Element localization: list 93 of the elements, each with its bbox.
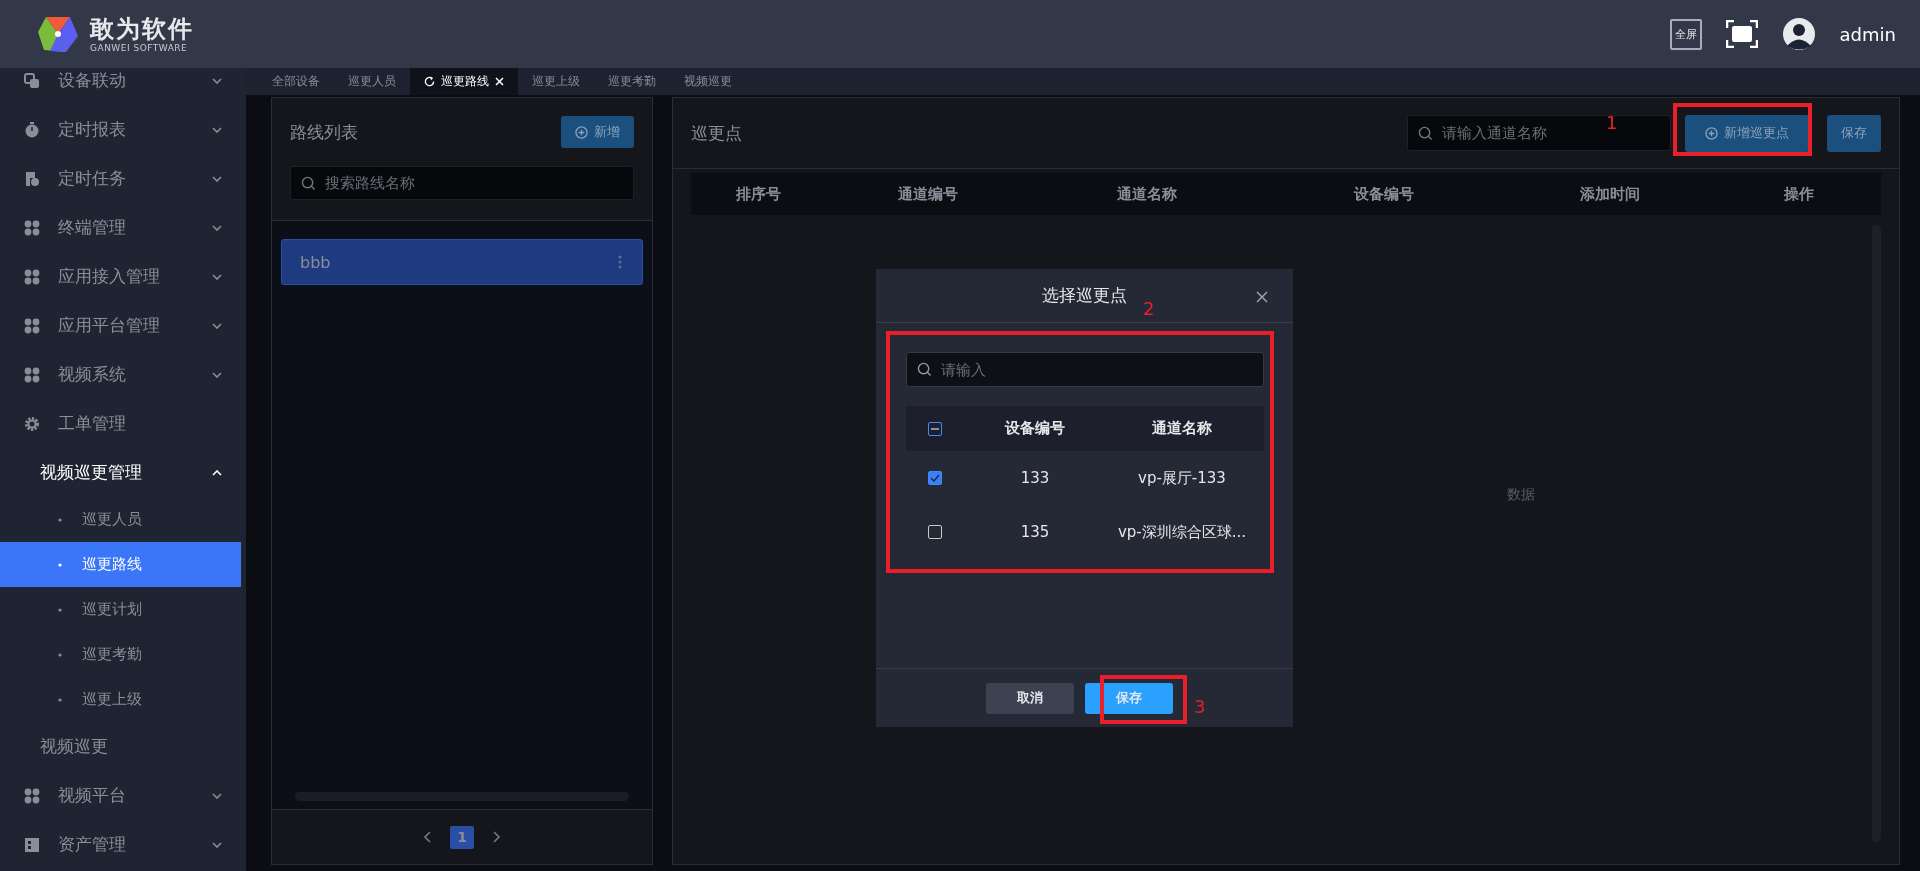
bullet-icon	[58, 652, 62, 657]
logo-title: 敢为软件	[90, 15, 194, 43]
settings-icon	[24, 415, 40, 432]
chevron-icon	[212, 469, 222, 476]
user-name[interactable]: admin	[1839, 23, 1896, 45]
bullet-icon	[58, 517, 62, 522]
bullet-icon	[58, 562, 62, 567]
cancel-button[interactable]: 取消	[986, 682, 1074, 714]
plus-circle-icon	[1705, 126, 1718, 140]
sidebar-item[interactable]: 视频平台	[0, 771, 246, 820]
sidebar-item[interactable]: 应用接入管理	[0, 252, 246, 301]
grid-icon	[24, 317, 40, 334]
logo-subtitle: GANWEI SOFTWARE	[90, 43, 189, 53]
tab[interactable]: 巡更人员	[334, 68, 410, 95]
table-cell-text: vp-展厅-133	[1137, 468, 1227, 488]
chevron-icon	[212, 371, 222, 378]
sidebar-subitem[interactable]: 巡更考勤	[0, 632, 241, 677]
sidebar-item[interactable]: 应用平台管理	[0, 301, 246, 350]
screen-icon[interactable]	[1725, 20, 1758, 48]
sidebar-item[interactable]: 资产管理	[0, 820, 246, 869]
chevron-icon	[212, 322, 222, 329]
column-header: 通道名称	[1115, 184, 1178, 204]
chevron-icon	[212, 792, 222, 799]
dialog-title: 选择巡更点	[1042, 284, 1127, 307]
chevron-icon	[212, 175, 222, 182]
grid-icon	[24, 787, 40, 804]
sidebar-item[interactable]: 定时任务	[0, 154, 246, 203]
sidebar-item[interactable]: 视频巡更管理	[0, 448, 246, 497]
sidebar-item[interactable]: 定时报表	[0, 105, 246, 154]
save-button[interactable]: 保存	[1827, 114, 1881, 152]
document-icon	[24, 170, 40, 187]
cabinet-icon	[24, 836, 40, 853]
grid-icon	[24, 366, 40, 383]
sidebar-subitem[interactable]: 巡更人员	[0, 497, 241, 542]
table-cell-text: 133	[1019, 469, 1051, 487]
tab[interactable]: 巡更考勤	[594, 68, 670, 95]
tab[interactable]: 视频巡更	[670, 68, 746, 95]
column-header: 操作	[1782, 184, 1815, 204]
grid-icon	[24, 268, 40, 285]
close-icon[interactable]	[1256, 291, 1268, 303]
table-cell-text: vp-深圳综合区球...	[1116, 522, 1248, 542]
tab[interactable]: 全部设备	[258, 68, 334, 95]
panel-title: 路线列表	[290, 120, 358, 144]
column-header: 设备编号	[1352, 184, 1415, 204]
step-number: 3	[1194, 696, 1206, 717]
column-header: 设备编号	[1003, 419, 1066, 438]
sidebar-subitem[interactable]: 巡更路线	[0, 542, 241, 587]
search-icon	[301, 175, 316, 191]
table-cell-text: 135	[1019, 523, 1051, 541]
checkbox[interactable]	[928, 471, 942, 485]
column-header: 排序号	[735, 184, 782, 204]
sidebar-item[interactable]: 视频系统	[0, 350, 246, 399]
chevron-icon	[212, 273, 222, 280]
column-header: 添加时间	[1578, 184, 1641, 204]
checkbox[interactable]	[928, 525, 942, 539]
step-number: 2	[1143, 298, 1155, 319]
search-icon	[917, 362, 932, 377]
link-icon	[24, 72, 40, 89]
refresh-icon	[424, 76, 435, 87]
add-point-button[interactable]: 新增巡更点	[1685, 114, 1809, 152]
empty-text: 数据	[1507, 485, 1535, 504]
bullet-icon	[58, 697, 62, 702]
chevron-right-icon[interactable]	[492, 831, 500, 843]
chevron-left-icon[interactable]	[424, 831, 432, 843]
search-field[interactable]: 请输入	[906, 352, 1264, 387]
panel-title: 巡更点	[691, 121, 742, 145]
sidebar-item[interactable]: 工单管理	[0, 399, 246, 448]
search-field[interactable]: 搜索路线名称	[290, 166, 634, 200]
chevron-icon	[212, 126, 222, 133]
bullet-icon	[58, 607, 62, 612]
grid-icon	[24, 219, 40, 236]
step-number: 1	[1606, 112, 1618, 133]
search-icon	[1418, 125, 1433, 141]
sidebar-subitem[interactable]: 巡更上级	[0, 677, 241, 722]
sidebar-item[interactable]: 视频巡更	[0, 722, 246, 771]
chevron-icon	[212, 841, 222, 848]
sidebar-subitem[interactable]: 巡更计划	[0, 587, 241, 632]
sidebar-item[interactable]: 设备联动	[0, 68, 246, 105]
avatar-icon[interactable]	[1781, 17, 1816, 51]
tab[interactable]: 巡更路线	[410, 68, 518, 95]
column-header: 通道名称	[1151, 419, 1213, 438]
logo-icon	[36, 14, 80, 54]
tab[interactable]: 巡更上级	[518, 68, 594, 95]
fullscreen-button[interactable]: 全屏	[1669, 18, 1702, 50]
select-all-checkbox[interactable]	[928, 421, 942, 436]
chevron-icon	[212, 77, 222, 84]
stopwatch-icon	[24, 121, 40, 138]
add-button[interactable]: 新增	[561, 116, 634, 148]
column-header: 通道编号	[896, 184, 959, 204]
plus-circle-icon	[575, 125, 588, 139]
route-item[interactable]: bbb	[281, 239, 643, 285]
chevron-icon	[212, 224, 222, 231]
sidebar-item[interactable]: 终端管理	[0, 203, 246, 252]
